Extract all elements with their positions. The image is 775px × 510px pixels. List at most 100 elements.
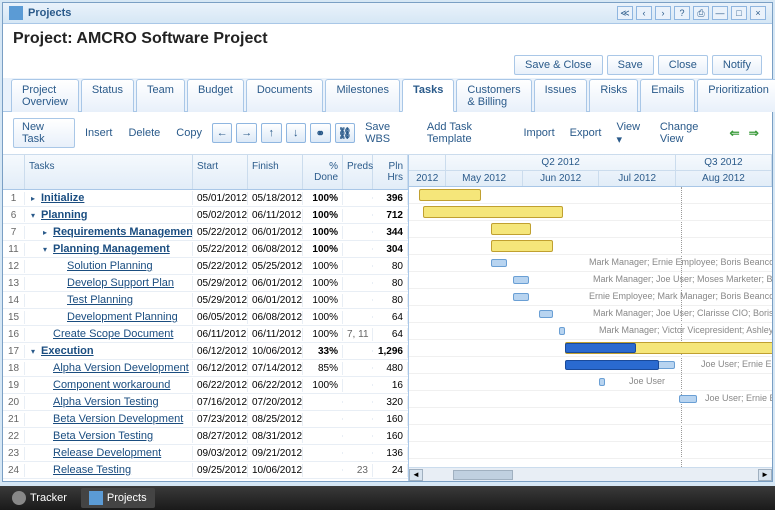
- start-cell[interactable]: 06/12/2012: [193, 362, 248, 375]
- tab-tasks[interactable]: Tasks: [402, 79, 454, 112]
- nav-first-icon[interactable]: ≪: [617, 6, 633, 20]
- table-row[interactable]: 13Develop Support Plan05/29/201206/01/20…: [3, 275, 408, 292]
- table-row[interactable]: 24Release Testing09/25/201210/06/2012232…: [3, 462, 408, 479]
- task-name-link[interactable]: Develop Support Plan: [67, 277, 174, 289]
- task-name-link[interactable]: Initialize: [41, 192, 84, 204]
- hrs-cell[interactable]: 160: [373, 430, 408, 443]
- expand-toggle-icon[interactable]: ▾: [31, 347, 39, 356]
- gantt-bar[interactable]: [679, 395, 697, 403]
- table-row[interactable]: 16Create Scope Document06/11/201206/11/2…: [3, 326, 408, 343]
- tab-emails[interactable]: Emails: [640, 79, 695, 112]
- minimize-icon[interactable]: —: [712, 6, 728, 20]
- preds-cell[interactable]: [343, 282, 373, 284]
- hrs-cell[interactable]: 136: [373, 447, 408, 460]
- hrs-cell[interactable]: 344: [373, 226, 408, 239]
- tab-budget[interactable]: Budget: [187, 79, 244, 112]
- hrs-cell[interactable]: 64: [373, 311, 408, 324]
- col-start[interactable]: Start: [193, 155, 248, 189]
- indent-icon[interactable]: →: [236, 123, 257, 143]
- preds-cell[interactable]: [343, 452, 373, 454]
- gantt-bar[interactable]: [491, 259, 507, 267]
- scroll-right-icon[interactable]: ⇒: [748, 127, 760, 139]
- task-name-link[interactable]: Alpha Version Testing: [53, 396, 159, 408]
- preds-cell[interactable]: [343, 435, 373, 437]
- scroll-left-btn[interactable]: ◄: [409, 469, 423, 481]
- preds-cell[interactable]: 7, 11: [343, 328, 373, 341]
- view-menu[interactable]: View ▾: [610, 119, 650, 148]
- expand-toggle-icon[interactable]: ▾: [43, 245, 51, 254]
- task-name-link[interactable]: Beta Version Development: [53, 413, 183, 425]
- finish-cell[interactable]: 07/14/2012: [248, 362, 303, 375]
- tab-risks[interactable]: Risks: [589, 79, 638, 112]
- start-cell[interactable]: 07/23/2012: [193, 413, 248, 426]
- start-cell[interactable]: 06/05/2012: [193, 311, 248, 324]
- gantt-bar[interactable]: [513, 276, 529, 284]
- done-cell[interactable]: [303, 418, 343, 420]
- preds-cell[interactable]: [343, 367, 373, 369]
- hrs-cell[interactable]: 64: [373, 328, 408, 341]
- done-cell[interactable]: 100%: [303, 277, 343, 290]
- preds-cell[interactable]: [343, 248, 373, 250]
- start-cell[interactable]: 05/29/2012: [193, 277, 248, 290]
- task-name-link[interactable]: Release Testing: [53, 464, 131, 476]
- hrs-cell[interactable]: 304: [373, 243, 408, 256]
- done-cell[interactable]: 100%: [303, 226, 343, 239]
- gantt-bar[interactable]: [491, 240, 553, 252]
- tab-issues[interactable]: Issues: [534, 79, 588, 112]
- hrs-cell[interactable]: 712: [373, 209, 408, 222]
- task-name-link[interactable]: Planning Management: [53, 243, 170, 255]
- scroll-right-btn[interactable]: ►: [758, 469, 772, 481]
- finish-cell[interactable]: 05/18/2012: [248, 192, 303, 205]
- hrs-cell[interactable]: 396: [373, 192, 408, 205]
- start-cell[interactable]: 06/22/2012: [193, 379, 248, 392]
- finish-cell[interactable]: 06/01/2012: [248, 294, 303, 307]
- finish-cell[interactable]: 06/11/2012: [248, 328, 303, 341]
- insert-button[interactable]: Insert: [79, 125, 119, 141]
- start-cell[interactable]: 09/03/2012: [193, 447, 248, 460]
- gantt-bar[interactable]: [559, 327, 565, 335]
- finish-cell[interactable]: 08/31/2012: [248, 430, 303, 443]
- hrs-cell[interactable]: 160: [373, 413, 408, 426]
- finish-cell[interactable]: 06/08/2012: [248, 311, 303, 324]
- done-cell[interactable]: [303, 452, 343, 454]
- task-name-link[interactable]: Requirements Management: [53, 226, 193, 238]
- delete-button[interactable]: Delete: [122, 125, 166, 141]
- table-row[interactable]: 21Beta Version Development07/23/201208/2…: [3, 411, 408, 428]
- change-view-button[interactable]: Change View: [654, 119, 723, 147]
- preds-cell[interactable]: [343, 316, 373, 318]
- col-hrs[interactable]: Pln Hrs: [373, 155, 408, 189]
- preds-cell[interactable]: [343, 197, 373, 199]
- save-wbs-button[interactable]: Save WBS: [359, 119, 418, 147]
- table-row[interactable]: 22Beta Version Testing08/27/201208/31/20…: [3, 428, 408, 445]
- print-icon[interactable]: ⎙: [693, 6, 709, 20]
- tab-customers-billing[interactable]: Customers & Billing: [456, 79, 531, 112]
- taskbar-projects[interactable]: Projects: [81, 488, 155, 508]
- task-name-link[interactable]: Planning: [41, 209, 87, 221]
- preds-cell[interactable]: [343, 401, 373, 403]
- maximize-icon[interactable]: □: [731, 6, 747, 20]
- finish-cell[interactable]: 06/11/2012: [248, 209, 303, 222]
- tab-milestones[interactable]: Milestones: [325, 79, 400, 112]
- preds-cell[interactable]: [343, 231, 373, 233]
- done-cell[interactable]: 100%: [303, 294, 343, 307]
- table-row[interactable]: 15Development Planning06/05/201206/08/20…: [3, 309, 408, 326]
- table-row[interactable]: 7▸Requirements Management05/22/201206/01…: [3, 224, 408, 241]
- finish-cell[interactable]: 07/20/2012: [248, 396, 303, 409]
- gantt-bar[interactable]: [513, 293, 529, 301]
- finish-cell[interactable]: 10/06/2012: [248, 345, 303, 358]
- tab-project-overview[interactable]: Project Overview: [11, 79, 79, 112]
- hrs-cell[interactable]: 1,296: [373, 345, 408, 358]
- finish-cell[interactable]: 05/25/2012: [248, 260, 303, 273]
- table-row[interactable]: 11▾Planning Management05/22/201206/08/20…: [3, 241, 408, 258]
- table-row[interactable]: 12Solution Planning05/22/201205/25/20121…: [3, 258, 408, 275]
- gantt-hscroll[interactable]: ◄ ►: [409, 467, 772, 481]
- hrs-cell[interactable]: 480: [373, 362, 408, 375]
- start-cell[interactable]: 05/22/2012: [193, 243, 248, 256]
- export-button[interactable]: Export: [564, 125, 608, 141]
- table-row[interactable]: 20Alpha Version Testing07/16/201207/20/2…: [3, 394, 408, 411]
- preds-cell[interactable]: [343, 384, 373, 386]
- task-name-link[interactable]: Alpha Version Development: [53, 362, 189, 374]
- table-row[interactable]: 23Release Development09/03/201209/21/201…: [3, 445, 408, 462]
- close-button[interactable]: Close: [658, 55, 708, 75]
- scroll-left-icon[interactable]: ⇐: [728, 127, 740, 139]
